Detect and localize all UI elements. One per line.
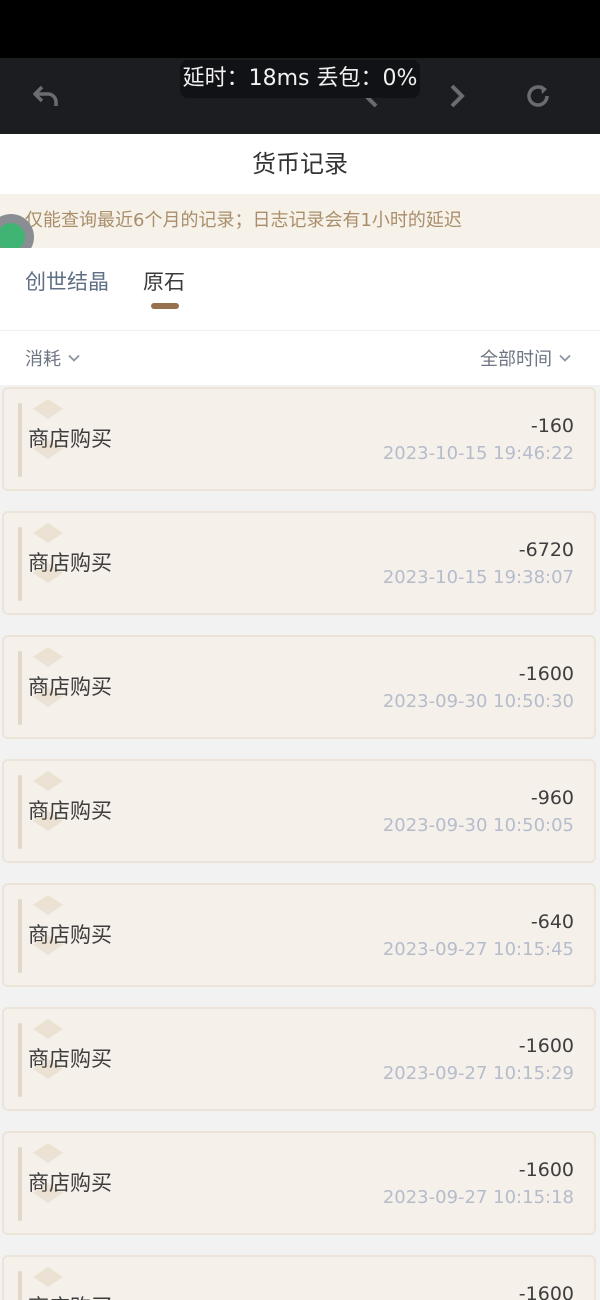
- record-amount: -1600: [518, 663, 574, 685]
- list-item: 商店购买 -1600 2023-09-27 10:15:29: [2, 1007, 596, 1111]
- record-title: 商店购买: [28, 427, 112, 451]
- record-amount: -6720: [518, 539, 574, 561]
- chevron-down-icon: [558, 351, 572, 365]
- record-amount: -1600: [518, 1283, 574, 1300]
- record-title: 商店购买: [28, 923, 112, 947]
- list-item: 商店购买 -6720 2023-10-15 19:38:07: [2, 511, 596, 615]
- record-time: 2023-09-30 10:50:05: [382, 815, 574, 836]
- type-filter-label: 消耗: [25, 349, 61, 370]
- chevron-down-icon: [67, 351, 81, 365]
- record-time: 2023-09-27 10:15:18: [382, 1187, 574, 1208]
- record-amount: -1600: [518, 1159, 574, 1181]
- list-item: 商店购买 -640 2023-09-27 10:15:45: [2, 883, 596, 987]
- record-list[interactable]: 商店购买 -160 2023-10-15 19:46:22 商店购买 -6720…: [0, 385, 600, 1300]
- latency-overlay: 延时：18ms 丢包：0%: [180, 60, 420, 98]
- active-tab-indicator: [151, 303, 179, 309]
- list-item: 商店购买 -960 2023-09-30 10:50:05: [2, 759, 596, 863]
- status-dot: [0, 223, 25, 251]
- record-time: 2023-09-30 10:50:30: [382, 691, 574, 712]
- record-time: 2023-10-15 19:46:22: [382, 443, 574, 464]
- time-filter-dropdown[interactable]: 全部时间: [480, 345, 572, 371]
- record-amount: -960: [530, 787, 574, 809]
- status-bar: [0, 0, 600, 58]
- record-amount: -640: [530, 911, 574, 933]
- record-title: 商店购买: [28, 1047, 112, 1071]
- list-item: 商店购买 -1600 2023-09-30 10:50:30: [2, 635, 596, 739]
- page-title: 货币记录: [0, 134, 600, 194]
- tab-primogem[interactable]: 原石: [143, 266, 185, 296]
- chevron-right-icon[interactable]: [440, 80, 472, 112]
- record-title: 商店购买: [28, 675, 112, 699]
- time-filter-label: 全部时间: [480, 349, 552, 370]
- filter-bar: 消耗 全部时间: [0, 331, 600, 385]
- tab-genesis-crystal[interactable]: 创世结晶: [25, 266, 109, 296]
- type-filter-dropdown[interactable]: 消耗: [25, 345, 81, 371]
- record-amount: -160: [530, 415, 574, 437]
- record-title: 商店购买: [28, 1171, 112, 1195]
- list-item: 商店购买 -160 2023-10-15 19:46:22: [2, 387, 596, 491]
- record-time: 2023-09-27 10:15:45: [382, 939, 574, 960]
- currency-tabs: 创世结晶 原石: [0, 248, 600, 331]
- record-title: 商店购买: [28, 1291, 112, 1300]
- list-item: 商店购买 -1600: [2, 1255, 596, 1300]
- record-title: 商店购买: [28, 551, 112, 575]
- record-time: 2023-10-15 19:38:07: [382, 567, 574, 588]
- list-item: 商店购买 -1600 2023-09-27 10:15:18: [2, 1131, 596, 1235]
- refresh-icon[interactable]: [522, 80, 554, 112]
- record-title: 商店购买: [28, 799, 112, 823]
- notice-banner: 仅能查询最近6个月的记录；日志记录会有1小时的延迟: [0, 194, 600, 248]
- record-amount: -1600: [518, 1035, 574, 1057]
- record-time: 2023-09-27 10:15:29: [382, 1063, 574, 1084]
- undo-arrow-icon[interactable]: [30, 80, 62, 112]
